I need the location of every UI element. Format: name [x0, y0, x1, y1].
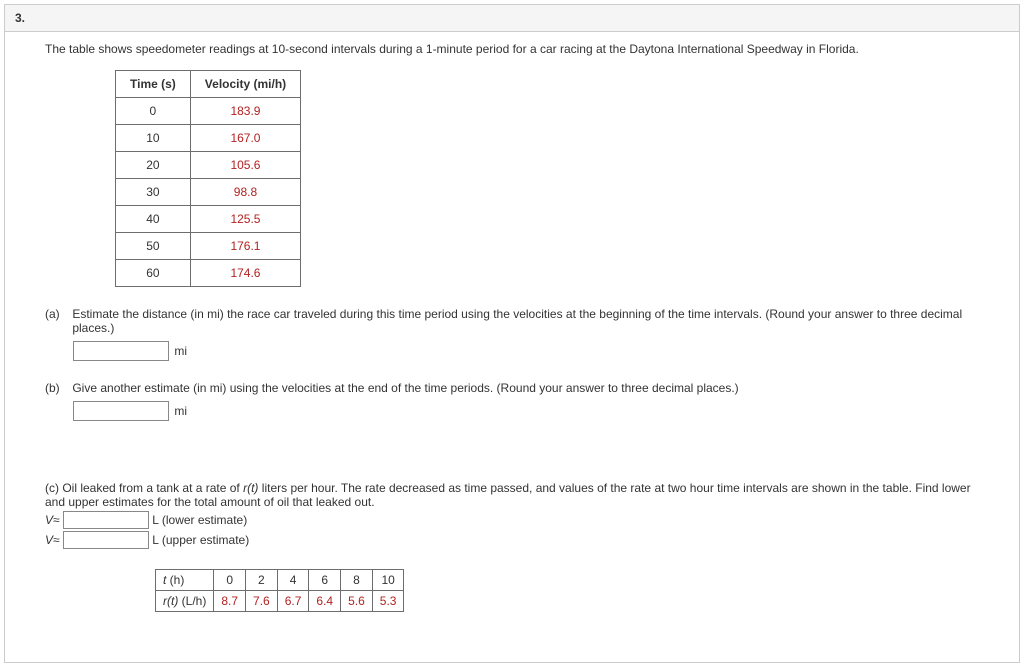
oil-rate-cell: 5.6: [341, 591, 373, 612]
oil-time-cell: 10: [372, 570, 404, 591]
part-a-label: (a): [45, 307, 69, 321]
oil-table-rate-row: r(t) (L/h) 8.7 7.6 6.7 6.4 5.6 5.3: [156, 591, 404, 612]
part-a-unit: mi: [174, 344, 187, 358]
velocity-cell: 125.5: [190, 206, 300, 233]
velocity-cell: 98.8: [190, 179, 300, 206]
time-cell: 20: [116, 152, 191, 179]
oil-rate-cell: 7.6: [246, 591, 278, 612]
oil-rate-cell: 5.3: [372, 591, 404, 612]
table-row: 50176.1: [116, 233, 301, 260]
part-c-text-before: Oil leaked from a tank at a rate of: [62, 481, 243, 495]
approx-upper: ≈: [53, 533, 60, 547]
part-b-text: Give another estimate (in mi) using the …: [72, 381, 976, 395]
oil-rate-cell: 6.7: [277, 591, 309, 612]
velocity-cell: 105.6: [190, 152, 300, 179]
question-number: 3.: [5, 5, 1019, 32]
oil-time-cell: 2: [246, 570, 278, 591]
part-c-label: (c): [45, 481, 59, 495]
upper-estimate-input[interactable]: [63, 531, 149, 549]
oil-time-cell: 4: [277, 570, 309, 591]
v-symbol-lower: V: [45, 513, 53, 527]
part-b: (b) Give another estimate (in mi) using …: [45, 381, 979, 421]
oil-rate-cell: 6.4: [309, 591, 341, 612]
lower-estimate-label: L (lower estimate): [152, 513, 247, 527]
velocity-cell: 176.1: [190, 233, 300, 260]
oil-time-cell: 8: [341, 570, 373, 591]
oil-rate-label: r(t): [163, 594, 178, 608]
time-cell: 40: [116, 206, 191, 233]
time-cell: 0: [116, 98, 191, 125]
velocity-cell: 167.0: [190, 125, 300, 152]
part-a: (a) Estimate the distance (in mi) the ra…: [45, 307, 979, 361]
upper-estimate-row: V≈ L (upper estimate): [45, 531, 979, 549]
table-row: 0183.9: [116, 98, 301, 125]
part-b-unit: mi: [174, 404, 187, 418]
oil-rate-header: r(t) (L/h): [156, 591, 214, 612]
oil-table: t (h) 0 2 4 6 8 10 r(t) (L/h) 8.7 7.6 6.…: [155, 569, 404, 612]
intro-text: The table shows speedometer readings at …: [45, 42, 979, 56]
oil-time-cell: 0: [214, 570, 246, 591]
oil-time-cell: 6: [309, 570, 341, 591]
table-row: 40125.5: [116, 206, 301, 233]
v-symbol-upper: V: [45, 533, 53, 547]
table-row: 60174.6: [116, 260, 301, 287]
oil-time-unit: (h): [166, 573, 184, 587]
lower-estimate-input[interactable]: [63, 511, 149, 529]
approx-lower: ≈: [53, 513, 60, 527]
time-cell: 30: [116, 179, 191, 206]
part-a-answer-row: mi: [73, 341, 979, 361]
part-b-answer-row: mi: [73, 401, 979, 421]
part-a-input[interactable]: [73, 341, 169, 361]
oil-time-header: t (h): [156, 570, 214, 591]
table-row: 20105.6: [116, 152, 301, 179]
question-body: The table shows speedometer readings at …: [5, 32, 1019, 662]
time-cell: 60: [116, 260, 191, 287]
upper-estimate-label: L (upper estimate): [152, 533, 249, 547]
velocity-cell: 183.9: [190, 98, 300, 125]
table-row: 3098.8: [116, 179, 301, 206]
time-cell: 10: [116, 125, 191, 152]
velocity-table: Time (s) Velocity (mi/h) 0183.9 10167.0 …: [115, 70, 301, 287]
time-cell: 50: [116, 233, 191, 260]
velocity-table-header-velocity: Velocity (mi/h): [190, 71, 300, 98]
velocity-table-header-time: Time (s): [116, 71, 191, 98]
part-c: (c) Oil leaked from a tank at a rate of …: [45, 481, 979, 612]
part-b-label: (b): [45, 381, 69, 395]
oil-rate-unit: (L/h): [178, 594, 206, 608]
velocity-cell: 174.6: [190, 260, 300, 287]
table-row: 10167.0: [116, 125, 301, 152]
part-c-rt: r(t): [243, 481, 258, 495]
part-b-input[interactable]: [73, 401, 169, 421]
question-container: 3. The table shows speedometer readings …: [4, 4, 1020, 663]
part-a-text: Estimate the distance (in mi) the race c…: [72, 307, 976, 335]
oil-table-time-row: t (h) 0 2 4 6 8 10: [156, 570, 404, 591]
lower-estimate-row: V≈ L (lower estimate): [45, 511, 979, 529]
oil-rate-cell: 8.7: [214, 591, 246, 612]
